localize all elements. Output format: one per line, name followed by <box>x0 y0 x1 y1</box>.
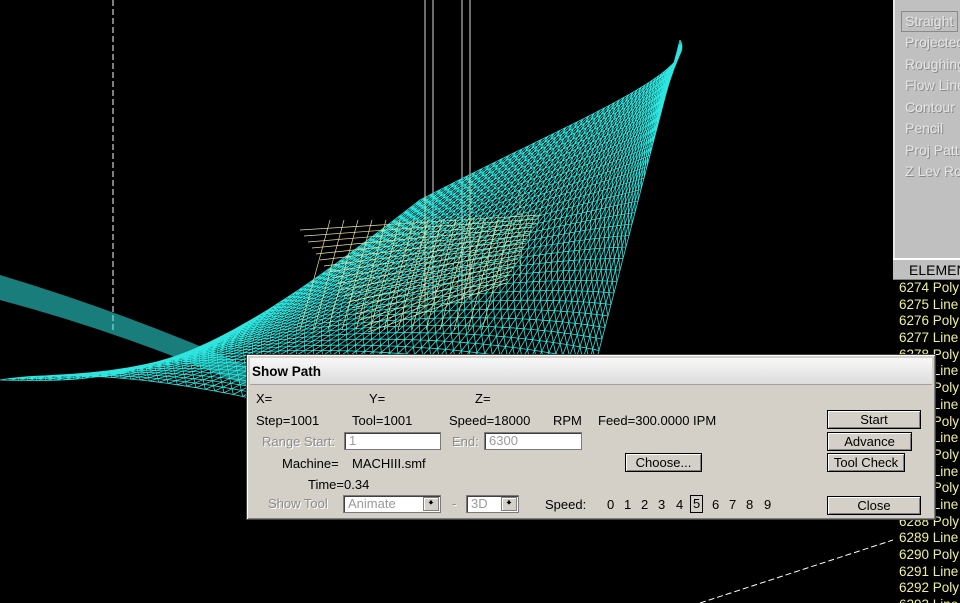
range-start-label: Range Start: <box>262 434 335 449</box>
z-readout: Z= <box>475 391 491 406</box>
view-select[interactable]: 3D 🠻 <box>466 495 519 513</box>
arrow-down-icon[interactable]: 🠻 <box>501 497 517 511</box>
choose-button[interactable]: Choose... <box>625 453 702 472</box>
start-button[interactable]: Start <box>827 410 921 429</box>
step-readout: Step=1001 <box>256 413 320 428</box>
view-value: 3D <box>471 496 488 511</box>
machine-value: MACHIII.smf <box>352 456 426 471</box>
menu-item-proj-patt[interactable]: Proj Patt <box>895 140 960 162</box>
tool-check-button[interactable]: Tool Check <box>827 453 905 472</box>
advance-button[interactable]: Advance <box>827 432 912 451</box>
menu-item-roughing[interactable]: Roughing <box>895 54 960 76</box>
elements-header[interactable]: ELEMEN <box>893 258 960 280</box>
menu-item-projected[interactable]: Projected <box>895 32 960 54</box>
y-readout: Y= <box>369 391 386 406</box>
tool-readout: Tool=1001 <box>352 413 413 428</box>
element-row[interactable]: 6289 Line <box>899 530 960 547</box>
toolpath-menu: Straight Projected Roughing Flow Line Co… <box>893 0 960 258</box>
machine-label: Machine= <box>282 456 339 471</box>
close-button[interactable]: Close <box>827 496 921 515</box>
element-row[interactable]: 6274 Poly <box>899 280 960 297</box>
menu-item-z-lev-ro[interactable]: Z Lev Ro <box>895 161 960 183</box>
speed-readout: Speed=18000 <box>449 413 531 428</box>
speed-option-9[interactable]: 9 <box>764 497 771 512</box>
show-tool-select[interactable]: Animate 🠻 <box>343 495 441 513</box>
element-row[interactable]: 6277 Line <box>899 330 960 347</box>
speed-option-3[interactable]: 3 <box>658 497 665 512</box>
show-tool-value: Animate <box>348 496 396 511</box>
speed-option-6[interactable]: 6 <box>712 497 719 512</box>
speed-label: Speed: <box>545 497 587 512</box>
speed-option-1[interactable]: 1 <box>624 497 631 512</box>
element-row[interactable]: 6290 Poly <box>899 547 960 564</box>
element-row[interactable]: 6292 Poly <box>899 580 960 597</box>
menu-item-pencil[interactable]: Pencil <box>895 118 960 140</box>
speed-option-7[interactable]: 7 <box>729 497 736 512</box>
element-row[interactable]: 6291 Line <box>899 564 960 581</box>
range-start-field[interactable]: 1 <box>344 432 441 450</box>
rpm-unit: RPM <box>553 413 582 428</box>
end-field[interactable]: 6300 <box>484 432 582 450</box>
speed-option-4[interactable]: 4 <box>676 497 683 512</box>
feed-readout: Feed=300.0000 IPM <box>598 413 717 428</box>
show-tool-label: Show Tool <box>268 496 328 511</box>
menu-item-straight[interactable]: Straight <box>901 11 958 32</box>
speed-option-0[interactable]: 0 <box>607 497 614 512</box>
menu-item-contour[interactable]: Contour <box>895 97 960 119</box>
menu-item-flow-line[interactable]: Flow Line <box>895 75 960 97</box>
x-readout: X= <box>256 391 273 406</box>
speed-option-8[interactable]: 8 <box>746 497 753 512</box>
element-row[interactable]: 6276 Poly <box>899 313 960 330</box>
end-label: End: <box>452 434 479 449</box>
speed-option-5[interactable]: 5 <box>690 495 704 513</box>
arrow-down-icon[interactable]: 🠻 <box>423 497 439 511</box>
element-row[interactable]: 6293 Line <box>899 597 960 603</box>
dialog-title[interactable]: Show Path <box>250 358 932 385</box>
element-row[interactable]: 6275 Line <box>899 297 960 314</box>
time-readout: Time=0.34 <box>308 477 370 492</box>
separator-dash: - <box>452 496 457 511</box>
speed-option-2[interactable]: 2 <box>641 497 648 512</box>
